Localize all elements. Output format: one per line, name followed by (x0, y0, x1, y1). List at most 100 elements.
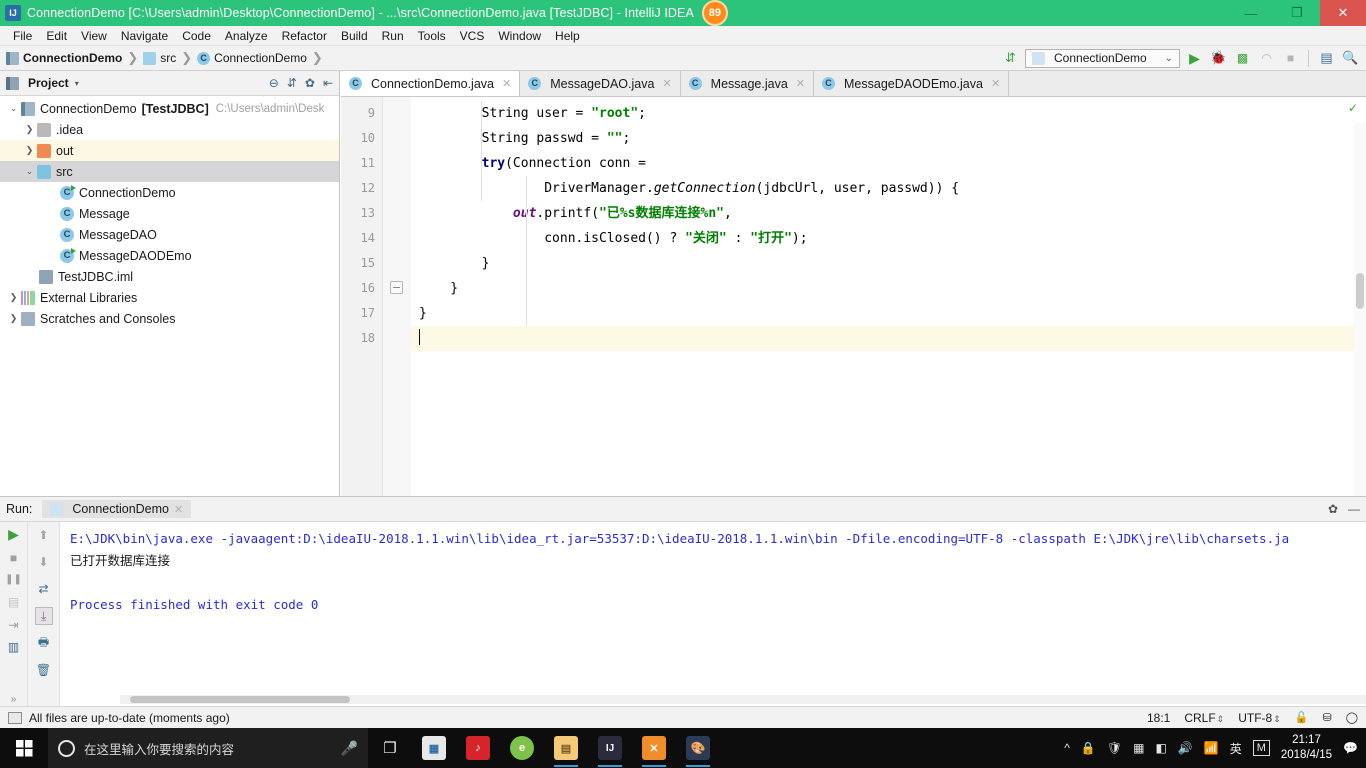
network-icon[interactable]: 📶 (1204, 741, 1219, 755)
taskbar-app-xampp[interactable]: ✕ (632, 728, 676, 768)
minimize-panel-icon[interactable]: — (1348, 502, 1360, 516)
editor-scrollbar-vertical[interactable] (1354, 123, 1366, 522)
menu-navigate[interactable]: Navigate (114, 28, 175, 44)
tree-item-message[interactable]: C Message (0, 203, 339, 224)
scroll-down-icon[interactable]: ⬇ (35, 553, 53, 571)
breadcrumb-folder[interactable]: src (143, 51, 176, 65)
tree-item-external-libraries[interactable]: ❯ External Libraries (0, 287, 339, 308)
database-button[interactable]: ▤ (1317, 49, 1336, 68)
menu-run[interactable]: Run (375, 28, 411, 44)
tab-connectiondemo-java[interactable]: C ConnectionDemo.java ✕ (341, 71, 521, 96)
collapse-all-icon[interactable]: ⊖ (269, 76, 279, 90)
tree-item-messagedao[interactable]: C MessageDAO (0, 224, 339, 245)
show-hidden-icons-button[interactable]: ^ (1064, 741, 1070, 755)
search-everywhere-button[interactable]: 🔍 (1341, 49, 1360, 68)
close-icon[interactable]: ✕ (174, 503, 183, 516)
run-coverage-button[interactable]: ▩ (1233, 49, 1252, 68)
taskbar-app-paint[interactable]: 🎨 (676, 728, 720, 768)
restore-layout-button[interactable]: ▤ (5, 595, 23, 610)
code-folding-gutter[interactable] (383, 97, 411, 496)
tab-message-java[interactable]: C Message.java ✕ (680, 71, 814, 96)
chevron-down-icon[interactable]: ⌄ (22, 166, 37, 177)
dump-threads-button[interactable]: ⇥ (5, 617, 23, 632)
tree-item-out[interactable]: ❯ out (0, 140, 339, 161)
task-view-button[interactable]: ❐ (368, 728, 412, 768)
console-toggle-button[interactable]: ▥ (5, 639, 23, 654)
menu-analyze[interactable]: Analyze (218, 28, 275, 44)
console-output[interactable]: E:\JDK\bin\java.exe -javaagent:D:\ideaIU… (60, 522, 1366, 707)
scroll-to-end-icon[interactable]: ⤓ (34, 607, 53, 625)
taskbar-app-netease[interactable]: ♪ (456, 728, 500, 768)
taskbar-search-box[interactable]: 在这里输入你要搜索的内容 🎤 (48, 728, 368, 768)
chevron-down-icon[interactable]: ▾ (75, 79, 79, 88)
menu-tools[interactable]: Tools (411, 28, 453, 44)
taskbar-app-intellij[interactable]: IJ (588, 728, 632, 768)
chevron-down-icon[interactable]: ⌄ (6, 103, 21, 114)
notification-center-icon[interactable]: 💬 (1343, 741, 1358, 755)
debug-button[interactable]: 🐞 (1209, 49, 1228, 68)
close-icon[interactable]: ✕ (991, 77, 1000, 90)
close-icon[interactable]: ✕ (502, 77, 511, 90)
volume-icon[interactable]: 🔊 (1178, 741, 1193, 755)
tree-item-iml[interactable]: TestJDBC.iml (0, 266, 339, 287)
caret-position[interactable]: 18:1 (1147, 711, 1170, 725)
menu-file[interactable]: File (6, 28, 39, 44)
branch-icon[interactable]: ⛁ (1322, 711, 1331, 724)
menu-help[interactable]: Help (548, 28, 587, 44)
ime-language-indicator[interactable]: 英 (1230, 740, 1242, 757)
tab-messagedaodemo-java[interactable]: C MessageDAODEmo.java ✕ (814, 71, 1010, 96)
chevron-right-icon[interactable]: ❯ (22, 124, 37, 135)
line-separator-selector[interactable]: CRLF (1184, 711, 1224, 725)
unlocked-icon[interactable]: 🔓 (1295, 711, 1309, 724)
soft-wrap-icon[interactable]: ⇄ (35, 580, 53, 598)
taskbar-app-explorer[interactable]: ▤ (544, 728, 588, 768)
ime-mode-indicator[interactable]: M (1252, 740, 1270, 756)
menu-view[interactable]: View (74, 28, 114, 44)
menu-vcs[interactable]: VCS (453, 28, 492, 44)
tree-item-project-root[interactable]: ⌄ ConnectionDemo [TestJDBC] C:\Users\adm… (0, 98, 339, 119)
tray-icon-app[interactable]: ▦ (1133, 741, 1144, 755)
menu-build[interactable]: Build (334, 28, 375, 44)
chevron-right-icon[interactable]: ❯ (22, 145, 37, 156)
code-editor[interactable]: 9 10 11 12 13 14 15 16 17 18 String user… (341, 97, 1366, 522)
menu-refactor[interactable]: Refactor (275, 28, 334, 44)
breadcrumb-module[interactable]: ConnectionDemo (6, 51, 122, 65)
fold-region-icon[interactable] (390, 281, 403, 294)
microphone-icon[interactable]: 🎤 (341, 740, 358, 757)
breadcrumb-file[interactable]: C ConnectionDemo (197, 51, 307, 65)
tree-item-messagedaodemo[interactable]: C MessageDAODEmo (0, 245, 339, 266)
code-content[interactable]: String user = "root"; String passwd = ""… (411, 97, 1366, 496)
scrollbar-thumb[interactable] (130, 696, 350, 703)
run-button[interactable]: ▶ (1185, 49, 1204, 68)
scrollbar-thumb[interactable] (1356, 273, 1364, 309)
hide-panel-icon[interactable]: ⇤ (323, 76, 333, 90)
microsoft-store-button[interactable]: ▦ (412, 728, 456, 768)
minimize-button[interactable]: — (1228, 0, 1274, 26)
stop-button[interactable]: ■ (5, 550, 23, 565)
settings-gear-icon[interactable]: ✿ (305, 76, 315, 90)
menu-edit[interactable]: Edit (39, 28, 74, 44)
maximize-button[interactable]: ❐ (1274, 0, 1320, 26)
rerun-button[interactable]: ▶ (5, 526, 23, 543)
console-scrollbar-horizontal[interactable] (120, 695, 1366, 704)
encoding-selector[interactable]: UTF-8 (1238, 711, 1281, 725)
expand-button[interactable]: » (5, 692, 23, 707)
chevron-right-icon[interactable]: ❯ (6, 313, 21, 324)
close-button[interactable]: ✕ (1320, 0, 1366, 26)
run-configuration-selector[interactable]: ConnectionDemo ⌄ (1025, 48, 1180, 68)
taskbar-clock[interactable]: 21:17 2018/4/15 (1281, 733, 1332, 763)
tray-icon-app-2[interactable]: ◧ (1155, 741, 1166, 755)
chevron-right-icon[interactable]: ❯ (6, 292, 21, 303)
pause-button[interactable]: ❚❚ (5, 572, 23, 587)
tree-item-connectiondemo[interactable]: C ConnectionDemo (0, 182, 339, 203)
notification-badge[interactable]: 89 (701, 0, 728, 26)
close-icon[interactable]: ✕ (662, 77, 671, 90)
scroll-up-icon[interactable]: ⬆ (35, 526, 53, 544)
clear-all-icon[interactable]: 🗑 (35, 661, 53, 679)
run-tab-connectiondemo[interactable]: ConnectionDemo ✕ (42, 500, 192, 518)
tray-icon-security[interactable]: 🔒 (1081, 741, 1096, 755)
menu-window[interactable]: Window (491, 28, 548, 44)
print-icon[interactable]: 🖶 (35, 634, 53, 652)
taskbar-app-browser[interactable]: e (500, 728, 544, 768)
event-log-icon[interactable]: ◯ (1346, 711, 1358, 724)
